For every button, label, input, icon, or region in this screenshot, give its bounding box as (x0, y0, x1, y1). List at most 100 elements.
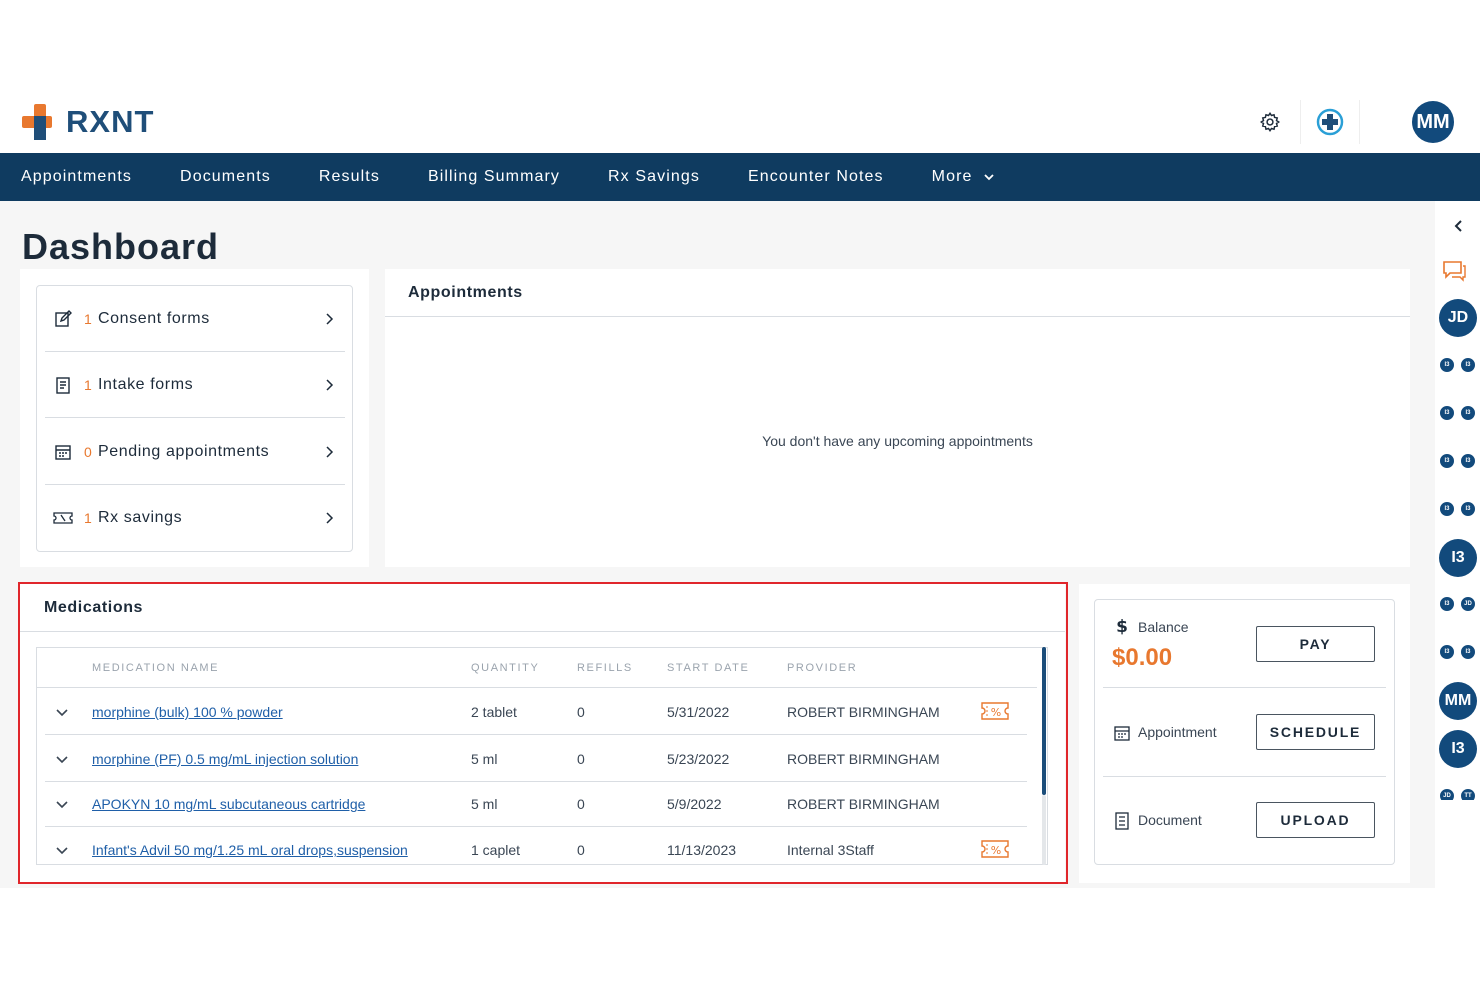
medications-card: Medications MEDICATION NAME QUANTITY REF… (20, 584, 1065, 883)
consent-forms-count: 1 (84, 310, 92, 327)
col-refills[interactable]: REFILLS (577, 662, 633, 674)
medication-start-date: 5/23/2022 (667, 751, 730, 767)
rail-avatar-small[interactable]: I3 (1460, 644, 1476, 660)
rail-avatar-small[interactable]: I3 (1439, 644, 1455, 660)
balance-amount: $0.00 (1112, 644, 1173, 671)
col-medication-name[interactable]: MEDICATION NAME (92, 662, 219, 674)
table-row: Infant's Advil 50 mg/1.25 mL oral drops,… (45, 827, 1027, 864)
nav-documents[interactable]: Documents (180, 168, 271, 186)
medication-refills: 0 (577, 751, 585, 767)
appointments-title: Appointments (385, 269, 1410, 317)
quick-link-intake-forms[interactable]: 1 Intake forms (45, 352, 345, 418)
chat-icon[interactable] (1441, 258, 1467, 284)
rail-avatar-small[interactable]: I3 (1439, 596, 1455, 612)
nav-rx-savings[interactable]: Rx Savings (608, 168, 700, 186)
rail-clip: JD TT (1435, 788, 1480, 800)
table-scrollbar-thumb[interactable] (1042, 647, 1046, 795)
quick-link-rx-savings[interactable]: 1 Rx savings (45, 485, 345, 551)
rx-savings-label: Rx savings (98, 509, 183, 526)
medication-provider: ROBERT BIRMINGHAM (787, 704, 940, 720)
medication-name-link[interactable]: morphine (bulk) 100 % powder (92, 704, 283, 720)
expand-chevron-icon[interactable] (55, 705, 69, 719)
rail-avatar-small[interactable]: JD (1439, 788, 1455, 800)
rail-avatar-small[interactable]: TT (1460, 788, 1476, 800)
nav-encounter-notes[interactable]: Encounter Notes (748, 168, 884, 186)
rx-savings-count: 1 (84, 510, 92, 526)
rail-avatar-small[interactable]: I3 (1460, 357, 1476, 373)
table-row: APOKYN 10 mg/mL subcutaneous cartridge 5… (45, 781, 1027, 827)
upload-button[interactable]: UPLOAD (1256, 802, 1375, 838)
coupon-icon (53, 508, 73, 528)
rxnt-cross-icon (22, 104, 52, 140)
medication-refills: 0 (577, 796, 585, 812)
calendar-icon (1114, 726, 1130, 741)
appointment-label: Appointment (1138, 724, 1217, 740)
edit-form-icon (53, 309, 73, 329)
calendar-icon (53, 442, 73, 462)
rail-avatar-small[interactable]: I3 (1460, 405, 1476, 421)
rail-avatar[interactable]: I3 (1439, 730, 1477, 768)
dollar-icon: $ (1116, 617, 1128, 635)
quick-link-consent-forms[interactable]: 1 Consent forms (45, 286, 345, 352)
medication-refills: 0 (577, 842, 585, 858)
document-label: Document (1138, 812, 1202, 828)
rail-avatar[interactable]: JD (1439, 299, 1477, 337)
appointments-card: Appointments You don't have any upcoming… (385, 269, 1410, 567)
rail-avatar-small[interactable]: I3 (1439, 501, 1455, 517)
balance-label: Balance (1138, 619, 1189, 635)
nav-more[interactable]: More (932, 168, 995, 186)
medication-name-link[interactable]: APOKYN 10 mg/mL subcutaneous cartridge (92, 796, 365, 812)
nav-results[interactable]: Results (319, 168, 380, 186)
top-header: RXNT MM (0, 90, 1480, 153)
table-row: morphine (bulk) 100 % powder 2 tablet 0 … (45, 689, 1027, 735)
rail-avatar-small[interactable]: JD (1460, 596, 1476, 612)
rail-avatar[interactable]: MM (1439, 682, 1477, 720)
brand-name: RXNT (66, 104, 155, 139)
user-avatar[interactable]: MM (1412, 101, 1454, 143)
page-title: Dashboard (22, 226, 220, 267)
rail-avatar-small[interactable]: I3 (1460, 501, 1476, 517)
rail-avatar-small[interactable]: I3 (1439, 405, 1455, 421)
document-icon (1115, 812, 1129, 830)
rx-savings-badge-icon[interactable]: % (981, 701, 1009, 721)
settings-gear-icon[interactable] (1258, 110, 1282, 134)
consent-forms-label: Consent forms (98, 309, 210, 327)
pay-button[interactable]: PAY (1256, 626, 1375, 662)
rxnt-logo[interactable]: RXNT (22, 102, 154, 142)
col-provider[interactable]: PROVIDER (787, 662, 857, 674)
medication-quantity: 5 ml (471, 796, 498, 812)
table-scrollbar-track[interactable] (1042, 795, 1046, 865)
schedule-button[interactable]: SCHEDULE (1256, 714, 1375, 750)
rail-avatar-small[interactable]: I3 (1439, 453, 1455, 469)
medication-name-link[interactable]: Infant's Advil 50 mg/1.25 mL oral drops,… (92, 842, 408, 858)
medication-start-date: 5/9/2022 (667, 796, 722, 812)
medication-start-date: 11/13/2023 (667, 842, 737, 858)
rail-avatar-small[interactable]: I3 (1439, 357, 1455, 373)
nav-billing-summary[interactable]: Billing Summary (428, 168, 560, 186)
medication-provider: ROBERT BIRMINGHAM (787, 751, 940, 767)
chevron-right-icon (326, 378, 334, 391)
expand-chevron-icon[interactable] (55, 843, 69, 857)
rail-avatar[interactable]: I3 (1439, 539, 1477, 577)
chevron-right-icon (326, 512, 334, 524)
col-start-date[interactable]: START DATE (667, 662, 749, 674)
intake-forms-label: Intake forms (98, 375, 194, 393)
quick-links-card: 1 Consent forms 1 Intake forms 0 Pending… (20, 269, 369, 567)
expand-chevron-icon[interactable] (55, 797, 69, 811)
quick-link-pending-appointments[interactable]: 0 Pending appointments (45, 419, 345, 485)
table-row: morphine (PF) 0.5 mg/mL injection soluti… (45, 736, 1027, 782)
billing-actions-card: $ Balance $0.00 PAY Appointment SCHEDULE… (1079, 584, 1410, 883)
billing-actions-list: $ Balance $0.00 PAY Appointment SCHEDULE… (1094, 599, 1395, 865)
nav-appointments[interactable]: Appointments (21, 168, 132, 186)
table-header: MEDICATION NAME QUANTITY REFILLS START D… (37, 648, 1037, 688)
medication-quantity: 1 caplet (471, 842, 521, 858)
col-quantity[interactable]: QUANTITY (471, 662, 539, 674)
rail-avatar-small[interactable]: I3 (1460, 453, 1476, 469)
medication-name-link[interactable]: morphine (PF) 0.5 mg/mL injection soluti… (92, 751, 358, 767)
svg-text:%: % (991, 844, 1001, 857)
expand-chevron-icon[interactable] (55, 752, 69, 766)
rx-savings-badge-icon[interactable]: % (981, 839, 1009, 859)
pending-appointments-count: 0 (84, 443, 92, 460)
document-row: Document UPLOAD (1103, 777, 1386, 866)
chevron-left-icon[interactable] (1450, 216, 1466, 236)
